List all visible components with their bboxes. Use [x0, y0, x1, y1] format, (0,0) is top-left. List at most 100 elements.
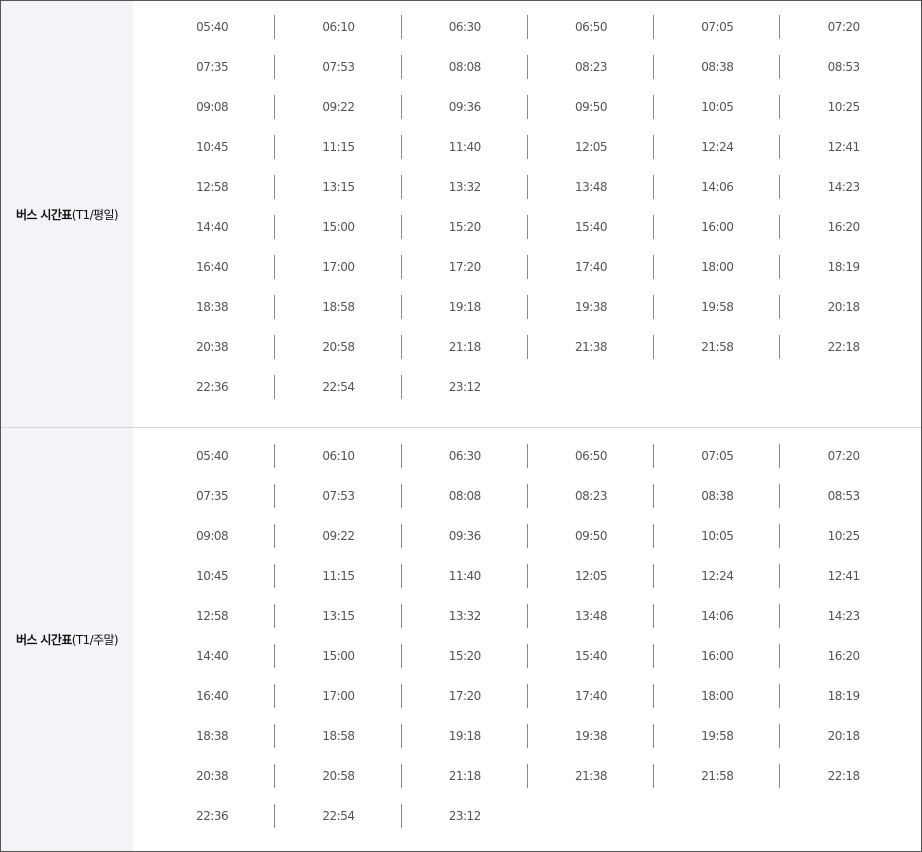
departure-time: 06:50: [528, 15, 655, 39]
departure-time: 08:53: [827, 60, 861, 74]
time-row: 07:35 07:53 08:08 08:23 08:38 08:53: [149, 484, 907, 524]
departure-time: 07:05: [654, 15, 781, 39]
departure-time: 22:18: [827, 769, 861, 783]
departure-time: 22:36: [149, 804, 276, 828]
departure-time: 06:30: [402, 444, 529, 468]
departure-time: 22:18: [827, 340, 861, 354]
departure-time: 05:40: [149, 15, 276, 39]
departure-time: 21:18: [402, 764, 529, 788]
departure-time: 17:40: [528, 255, 655, 279]
departure-time: 22:36: [149, 375, 276, 399]
time-row: 09:08 09:22 09:36 09:50 10:05 10:25: [149, 524, 907, 564]
departure-time: 13:15: [275, 604, 402, 628]
section-title-main: 버스 시간표: [15, 633, 72, 647]
departure-time: 07:20: [827, 449, 861, 463]
time-row: 20:38 20:58 21:18 21:38 21:58 22:18: [149, 764, 907, 804]
departure-time: 12:58: [149, 175, 276, 199]
time-row: 16:40 17:00 17:20 17:40 18:00 18:19: [149, 255, 907, 295]
departure-time: 19:58: [654, 724, 781, 748]
departure-time: 08:53: [827, 489, 861, 503]
time-row: 16:40 17:00 17:20 17:40 18:00 18:19: [149, 684, 907, 724]
section-title-qualifier: (T1/주말): [71, 633, 119, 647]
time-row: 22:36 22:54 23:12: [149, 375, 907, 415]
section-title-qualifier: (T1/평일): [71, 207, 119, 222]
time-row: 22:36 22:54 23:12: [149, 804, 907, 844]
departure-time: 14:23: [827, 609, 861, 623]
section-label-cell: 버스 시간표(T1/주말): [1, 428, 133, 851]
departure-time: 06:10: [275, 444, 402, 468]
timetable-section-weekend: 버스 시간표(T1/주말) 05:40 06:10 06:30 06:50 07:05 0…: [1, 428, 921, 851]
departure-time: 13:32: [402, 604, 529, 628]
departure-time: 08:08: [402, 484, 529, 508]
departure-time: 20:38: [149, 764, 276, 788]
departure-time: 09:50: [528, 524, 655, 548]
departure-time: 17:20: [402, 255, 529, 279]
departure-time: 06:10: [275, 15, 402, 39]
departure-time: 08:38: [654, 55, 781, 79]
departure-time: 16:40: [149, 684, 276, 708]
departure-time: 19:18: [402, 295, 529, 319]
departure-time: 07:53: [275, 55, 402, 79]
departure-time: 09:22: [275, 95, 402, 119]
departure-time: 12:24: [654, 564, 781, 588]
departure-time: 09:08: [149, 524, 276, 548]
departure-time: 10:25: [827, 100, 861, 114]
time-row: 18:38 18:58 19:18 19:38 19:58 20:18: [149, 295, 907, 335]
departure-time: 18:00: [654, 255, 781, 279]
departure-time: 13:48: [528, 175, 655, 199]
departure-time: 20:58: [275, 764, 402, 788]
departure-time: 21:38: [528, 335, 655, 359]
section-title-main: 버스 시간표: [15, 207, 72, 222]
time-row: 05:40 06:10 06:30 06:50 07:05 07:20: [149, 444, 907, 484]
departure-time: 13:32: [402, 175, 529, 199]
departure-time: 14:06: [654, 175, 781, 199]
section-label-cell: 버스 시간표(T1/평일): [1, 1, 133, 427]
departure-time: 15:40: [528, 644, 655, 668]
departure-time: 12:05: [528, 135, 655, 159]
time-row: 07:35 07:53 08:08 08:23 08:38 08:53: [149, 55, 907, 95]
departure-time: 11:40: [402, 135, 529, 159]
time-row: 10:45 11:15 11:40 12:05 12:24 12:41: [149, 135, 907, 175]
departure-time: 16:00: [654, 215, 781, 239]
departure-time: 10:05: [654, 95, 781, 119]
departure-time: 07:20: [827, 20, 861, 34]
section-title: 버스 시간표(T1/주말): [15, 631, 119, 648]
departure-time: 20:18: [827, 300, 861, 314]
departure-time: 07:35: [149, 55, 276, 79]
time-row: 14:40 15:00 15:20 15:40 16:00 16:20: [149, 215, 907, 255]
time-grid: 05:40 06:10 06:30 06:50 07:05 07:20 07:35 07:53…: [149, 444, 907, 844]
departure-time: 10:45: [149, 135, 276, 159]
departure-time: 07:05: [654, 444, 781, 468]
section-title: 버스 시간표(T1/평일): [15, 206, 119, 223]
departure-time: 20:18: [827, 729, 861, 743]
departure-time: 11:40: [402, 564, 529, 588]
time-row: 12:58 13:15 13:32 13:48 14:06 14:23: [149, 604, 907, 644]
departure-time: 19:38: [528, 724, 655, 748]
departure-time: 21:58: [654, 335, 781, 359]
departure-time: 14:40: [149, 215, 276, 239]
time-row: 10:45 11:15 11:40 12:05 12:24 12:41: [149, 564, 907, 604]
timetable-section-weekday: 버스 시간표(T1/평일) 05:40 06:10 06:30 06:50 07:05 0…: [1, 1, 921, 428]
departure-time: 06:50: [528, 444, 655, 468]
time-row: 14:40 15:00 15:20 15:40 16:00 16:20: [149, 644, 907, 684]
departure-time: 15:40: [528, 215, 655, 239]
time-row: 09:08 09:22 09:36 09:50 10:05 10:25: [149, 95, 907, 135]
departure-time: 12:41: [827, 569, 861, 583]
departure-time: 13:15: [275, 175, 402, 199]
time-grid: 05:40 06:10 06:30 06:50 07:05 07:20 07:35 07:53…: [149, 15, 907, 415]
departure-time: 09:22: [275, 524, 402, 548]
departure-time: 16:20: [827, 220, 861, 234]
departure-time: 18:19: [827, 260, 861, 274]
departure-time: 11:15: [275, 564, 402, 588]
departure-time: 12:41: [827, 140, 861, 154]
departure-time: 09:08: [149, 95, 276, 119]
departure-time: 18:38: [149, 724, 276, 748]
departure-time: 07:35: [149, 484, 276, 508]
departure-time: 21:18: [402, 335, 529, 359]
time-row: 05:40 06:10 06:30 06:50 07:05 07:20: [149, 15, 907, 55]
departure-time: 12:05: [528, 564, 655, 588]
departure-time: 15:20: [402, 644, 529, 668]
departure-time: 22:54: [275, 804, 402, 828]
departure-time: 17:40: [528, 684, 655, 708]
departure-time: 23:12: [448, 380, 482, 394]
